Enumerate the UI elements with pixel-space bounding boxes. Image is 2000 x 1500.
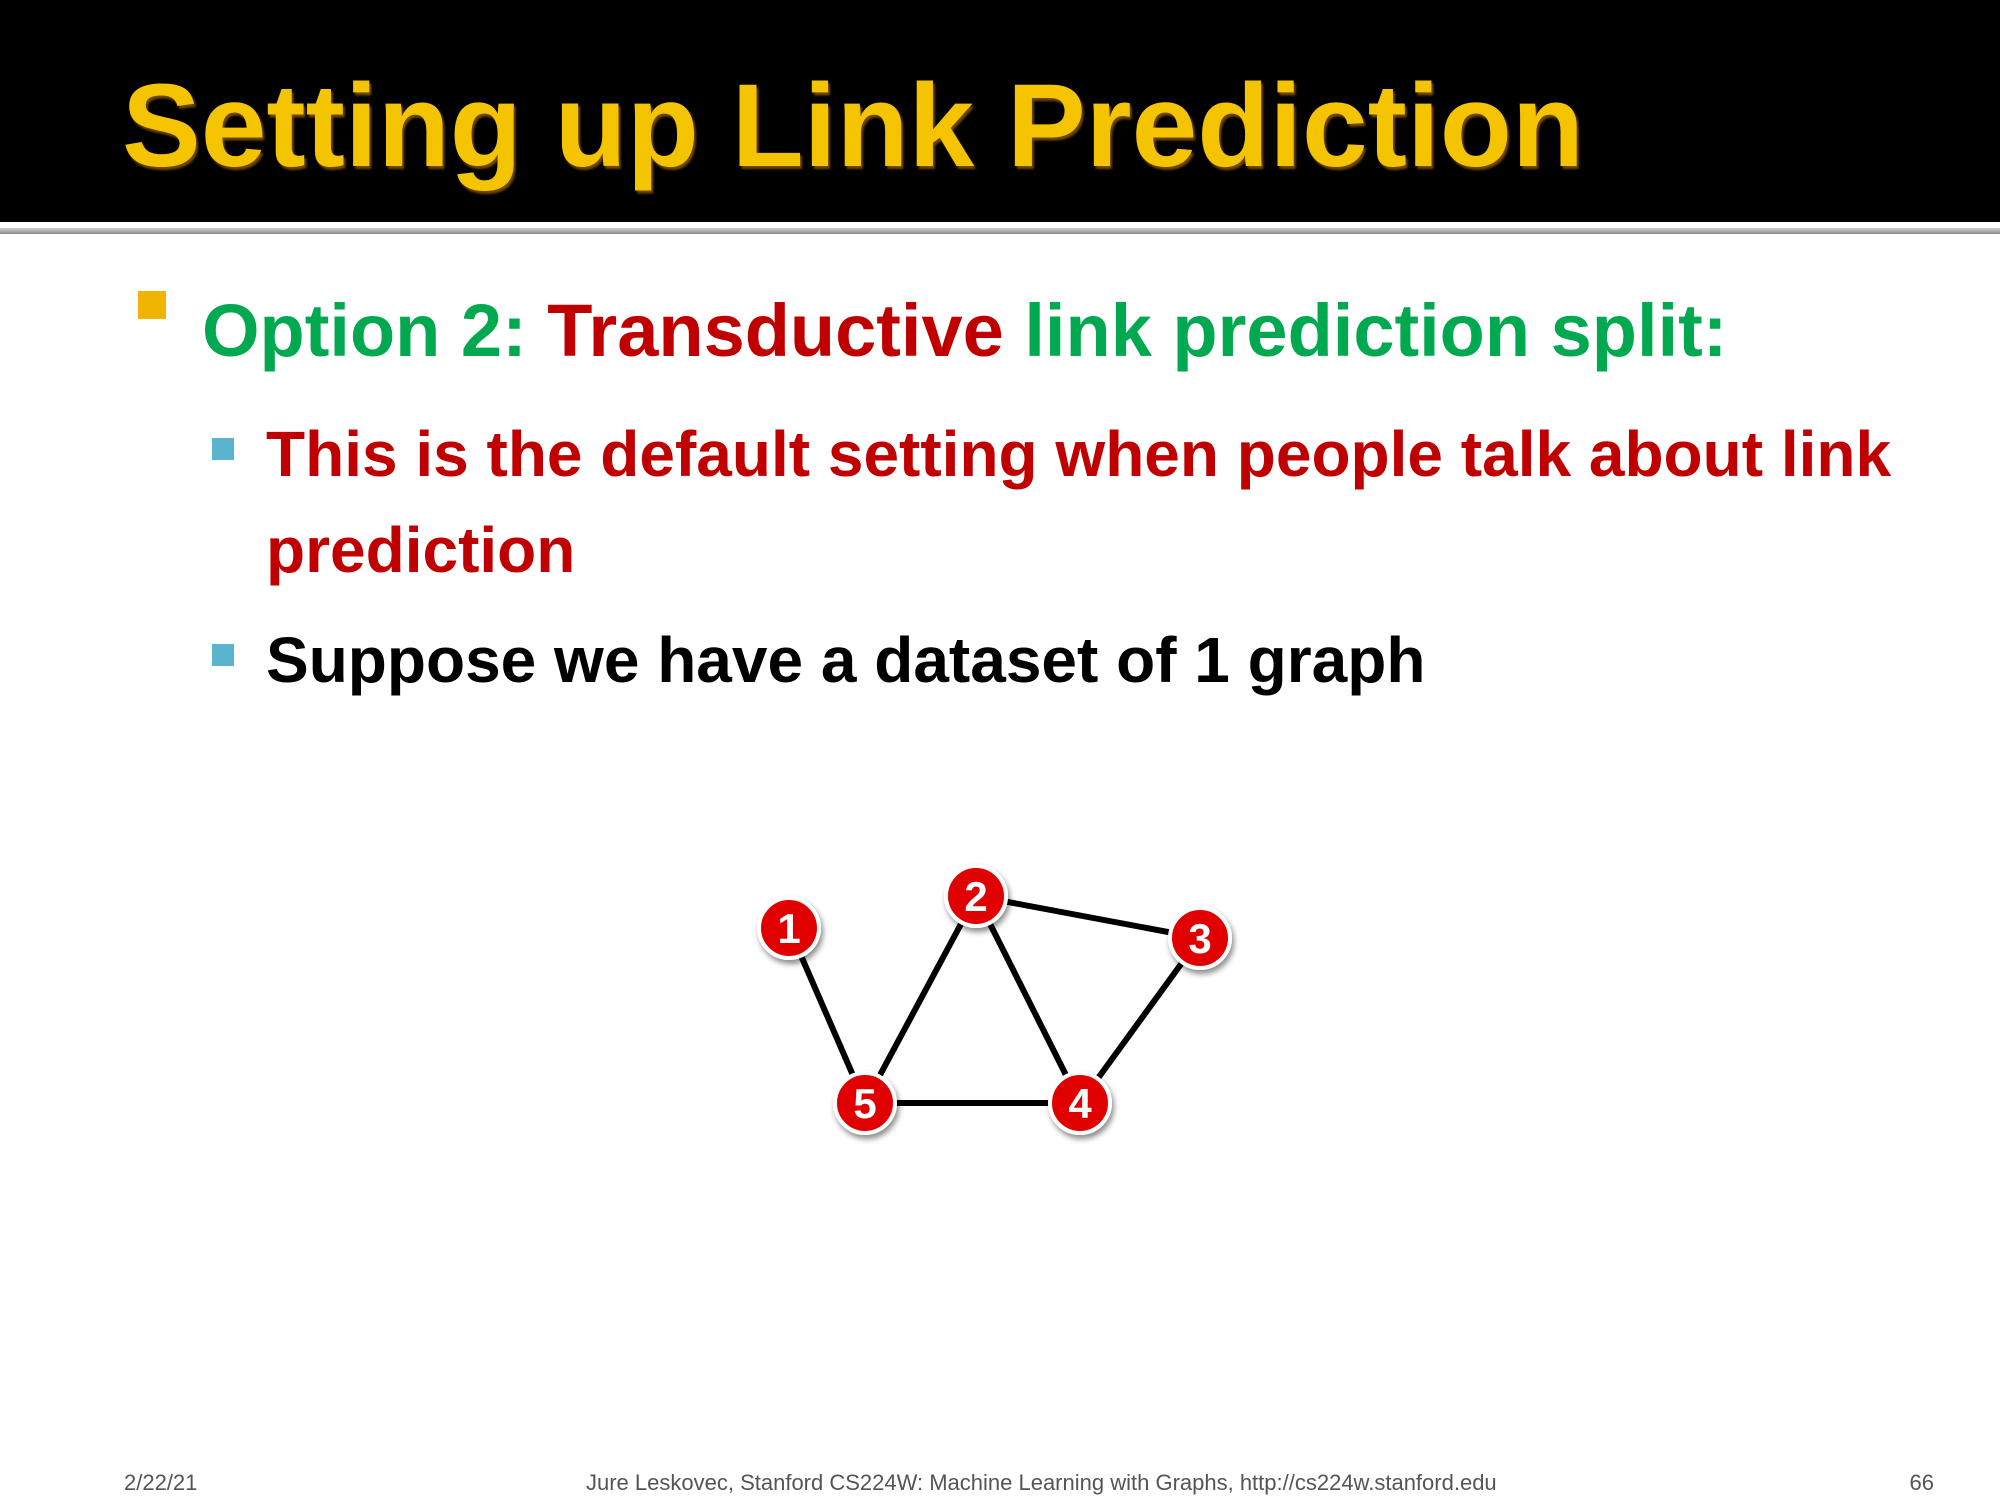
node-label: 4 — [1068, 1080, 1092, 1127]
edge-2-4 — [973, 894, 1083, 1105]
node-1: 1 — [757, 896, 821, 960]
footer-credit: Jure Leskovec, Stanford CS224W: Machine … — [586, 1470, 1497, 1495]
node-label: 1 — [777, 905, 800, 952]
node-4: 4 — [1048, 1071, 1112, 1135]
node-5: 5 — [833, 1071, 897, 1135]
graph-diagram: 1 2 3 4 5 — [757, 864, 1232, 1135]
graph-edges — [786, 893, 1203, 1106]
edge-2-3 — [975, 893, 1201, 941]
footer-date: 2/22/21 — [124, 1470, 198, 1495]
node-label: 2 — [964, 873, 987, 920]
node-label: 3 — [1188, 915, 1211, 962]
graph-nodes: 1 2 3 4 5 — [757, 864, 1232, 1135]
node-label: 5 — [853, 1080, 876, 1127]
node-3: 3 — [1168, 906, 1232, 970]
node-2: 2 — [944, 864, 1008, 928]
footer-page-number: 66 — [1909, 1470, 1934, 1495]
edge-5-2 — [862, 894, 979, 1105]
